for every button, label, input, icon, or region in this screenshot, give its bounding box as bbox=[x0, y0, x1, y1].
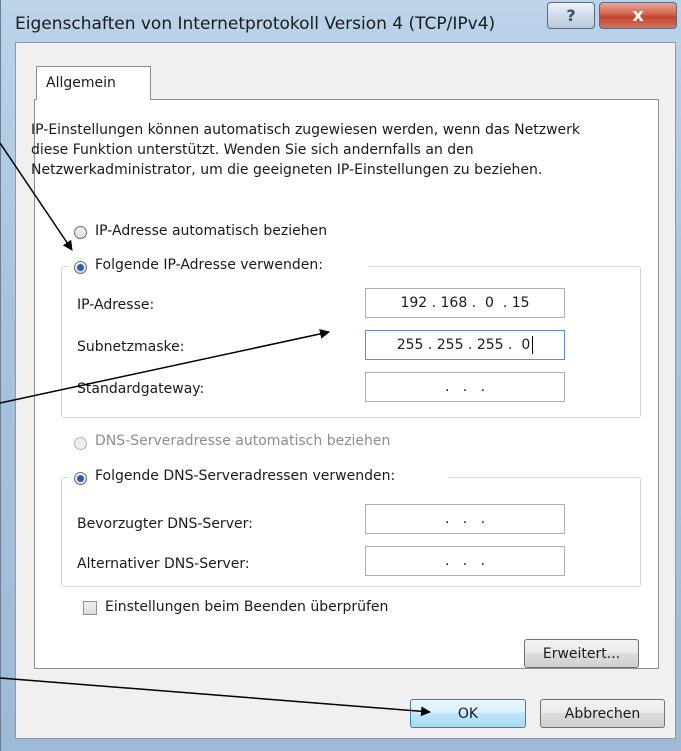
preferred-dns-input[interactable]: . . . bbox=[365, 504, 565, 534]
close-button[interactable]: x bbox=[599, 2, 677, 29]
alternate-dns-value: . . . bbox=[440, 553, 490, 569]
ip-address-label: IP-Adresse: bbox=[77, 297, 155, 313]
title-bar[interactable]: Eigenschaften von Internetprotokoll Vers… bbox=[1, 0, 681, 42]
close-icon: x bbox=[632, 5, 644, 26]
dns-manual-radio[interactable] bbox=[74, 472, 87, 485]
default-gateway-input[interactable]: . . . bbox=[365, 372, 565, 402]
default-gateway-label: Standardgateway: bbox=[77, 381, 205, 397]
tab-allgemein[interactable]: Allgemein bbox=[36, 66, 151, 100]
validate-checkbox[interactable] bbox=[83, 601, 97, 615]
default-gateway-value: . . . bbox=[440, 379, 490, 395]
tab-label: Allgemein bbox=[46, 75, 116, 91]
cancel-button[interactable]: Abbrechen bbox=[540, 699, 665, 728]
ip-auto-radio[interactable] bbox=[74, 226, 87, 239]
subnet-mask-label: Subnetzmaske: bbox=[77, 339, 185, 355]
help-button[interactable]: ? bbox=[547, 2, 595, 29]
ip-address-value: 192 . 168 . 0 . 15 bbox=[400, 295, 530, 311]
ip-manual-label[interactable]: Folgende IP-Adresse verwenden: bbox=[95, 257, 323, 273]
dns-auto-radio[interactable] bbox=[74, 437, 87, 450]
preferred-dns-value: . . . bbox=[440, 511, 490, 527]
ok-button-label: OK bbox=[457, 705, 479, 722]
dns-auto-label[interactable]: DNS-Serveradresse automatisch beziehen bbox=[95, 433, 390, 449]
preferred-dns-label: Bevorzugter DNS-Server: bbox=[77, 516, 253, 532]
advanced-button-label: Erweitert... bbox=[542, 645, 621, 662]
ok-button[interactable]: OK bbox=[410, 699, 526, 728]
validate-label[interactable]: Einstellungen beim Beenden überprüfen bbox=[105, 599, 388, 615]
subnet-mask-value: 255 . 255 . 255 . 0 bbox=[396, 337, 531, 353]
subnet-mask-input[interactable]: 255 . 255 . 255 . 0 bbox=[365, 330, 565, 360]
text-caret bbox=[532, 336, 534, 354]
intro-text: IP-Einstellungen können automatisch zuge… bbox=[31, 122, 581, 178]
ip-manual-radio[interactable] bbox=[74, 261, 87, 274]
help-icon: ? bbox=[566, 6, 576, 25]
alternate-dns-input[interactable]: . . . bbox=[365, 546, 565, 576]
dialog-window: Eigenschaften von Internetprotokoll Vers… bbox=[0, 0, 681, 751]
advanced-button[interactable]: Erweitert... bbox=[524, 639, 639, 668]
ip-address-input[interactable]: 192 . 168 . 0 . 15 bbox=[365, 288, 565, 318]
dns-manual-label[interactable]: Folgende DNS-Serveradressen verwenden: bbox=[95, 468, 395, 484]
alternate-dns-label: Alternativer DNS-Server: bbox=[77, 556, 250, 572]
window-title: Eigenschaften von Internetprotokoll Vers… bbox=[15, 14, 496, 34]
cancel-button-label: Abbrechen bbox=[564, 705, 641, 722]
ip-auto-label[interactable]: IP-Adresse automatisch beziehen bbox=[95, 223, 327, 239]
